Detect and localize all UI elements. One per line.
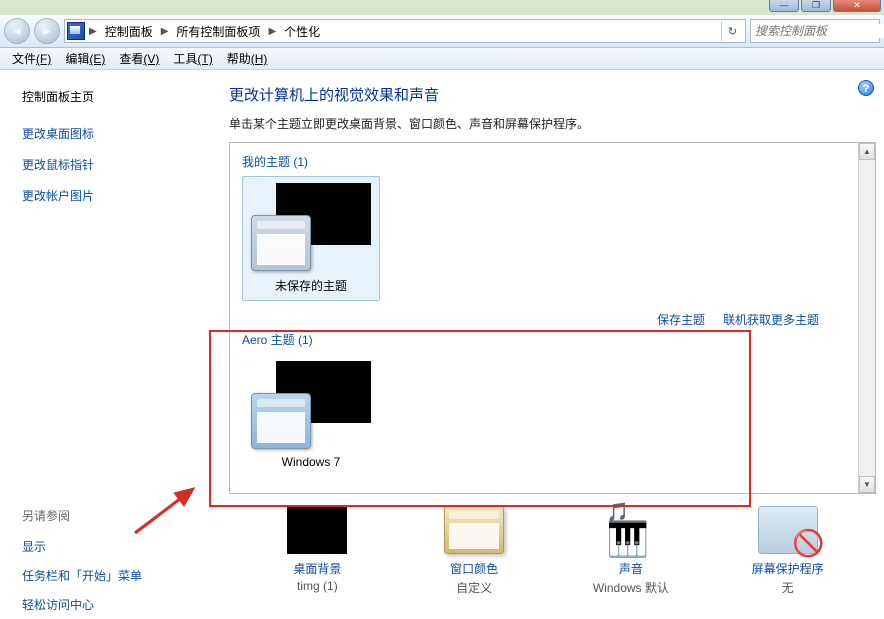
settings-row: 桌面背景 timg (1) 窗口颜色 自定义 声音 Windows 默认 屏幕保…	[229, 506, 876, 596]
theme-preview	[251, 183, 371, 271]
nav-forward-button[interactable]: ►	[34, 18, 60, 44]
see-also-label: 另请参阅	[22, 507, 205, 524]
see-also-display[interactable]: 显示	[22, 538, 205, 555]
navigation-bar: ◄ ► ▶ 控制面板 ▶ 所有控制面板项 ▶ 个性化 ↻ 🔍	[0, 15, 884, 48]
setting-sounds[interactable]: 声音 Windows 默认	[556, 506, 706, 596]
get-more-themes-link[interactable]: 联机获取更多主题	[723, 311, 819, 328]
theme-actions: 保存主题 联机获取更多主题	[657, 311, 819, 328]
sidebar-link-mouse-pointers[interactable]: 更改鼠标指针	[22, 156, 205, 173]
see-also-ease-of-access[interactable]: 轻松访问中心	[22, 596, 205, 613]
chevron-right-icon: ▶	[268, 26, 276, 37]
sound-icon	[601, 506, 661, 554]
help-icon[interactable]: ?	[858, 80, 874, 96]
breadcrumb-item[interactable]: 个性化	[280, 21, 324, 42]
sidebar-home-link[interactable]: 控制面板主页	[22, 88, 205, 105]
section-aero-themes: Aero 主题 (1)	[242, 331, 850, 348]
menu-edit[interactable]: 编辑(E)	[59, 48, 111, 69]
scroll-up-button[interactable]: ▲	[859, 143, 875, 160]
address-bar[interactable]: ▶ 控制面板 ▶ 所有控制面板项 ▶ 个性化 ↻	[64, 19, 746, 43]
window-controls: — ❐ ✕	[767, 0, 881, 12]
desktop-background-icon	[287, 506, 347, 554]
setting-title: 屏幕保护程序	[713, 560, 863, 577]
theme-card-windows7[interactable]: Windows 7	[242, 354, 380, 476]
theme-label: 未保存的主题	[249, 277, 373, 294]
search-input[interactable]	[755, 24, 884, 38]
client-area: 控制面板主页 更改桌面图标 更改鼠标指针 更改帐户图片 另请参阅 显示 任务栏和…	[0, 70, 884, 619]
setting-desktop-background[interactable]: 桌面背景 timg (1)	[242, 506, 392, 596]
see-also-taskbar[interactable]: 任务栏和「开始」菜单	[22, 567, 205, 584]
window-close-button[interactable]: ✕	[833, 0, 881, 12]
setting-screensaver[interactable]: 屏幕保护程序 无	[713, 506, 863, 596]
control-panel-icon	[67, 22, 85, 40]
menu-help[interactable]: 帮助(H)	[221, 48, 274, 69]
setting-title: 窗口颜色	[399, 560, 549, 577]
theme-label: Windows 7	[249, 455, 373, 469]
setting-value: Windows 默认	[556, 579, 706, 596]
theme-window-preview	[251, 215, 311, 271]
search-box[interactable]: 🔍	[750, 19, 880, 43]
theme-card-unsaved[interactable]: 未保存的主题	[242, 176, 380, 301]
setting-value: 无	[713, 579, 863, 596]
section-my-themes: 我的主题 (1)	[242, 153, 850, 170]
themes-panel: 我的主题 (1) 未保存的主题 保存主题 联机获取更多主题 Aero 主题 (1…	[229, 142, 876, 494]
sidebar: 控制面板主页 更改桌面图标 更改鼠标指针 更改帐户图片 另请参阅 显示 任务栏和…	[0, 70, 211, 619]
setting-value: 自定义	[399, 579, 549, 596]
setting-window-color[interactable]: 窗口颜色 自定义	[399, 506, 549, 596]
nav-back-button[interactable]: ◄	[4, 18, 30, 44]
menu-view[interactable]: 查看(V)	[113, 48, 165, 69]
setting-value: timg (1)	[242, 579, 392, 593]
scroll-down-button[interactable]: ▼	[859, 476, 875, 493]
chevron-right-icon: ▶	[89, 26, 97, 37]
sidebar-link-desktop-icons[interactable]: 更改桌面图标	[22, 125, 205, 142]
setting-title: 桌面背景	[242, 560, 392, 577]
window-maximize-button[interactable]: ❐	[801, 0, 831, 12]
refresh-button[interactable]: ↻	[721, 21, 743, 41]
scrollbar[interactable]: ▲ ▼	[858, 143, 875, 493]
window-color-icon	[444, 506, 504, 554]
breadcrumb-item[interactable]: 控制面板	[101, 21, 157, 42]
page-description: 单击某个主题立即更改桌面背景、窗口颜色、声音和屏幕保护程序。	[229, 115, 876, 132]
sidebar-link-account-picture[interactable]: 更改帐户图片	[22, 187, 205, 204]
menu-bar: 文件(F) 编辑(E) 查看(V) 工具(T) 帮助(H)	[0, 48, 884, 70]
theme-preview	[251, 361, 371, 449]
sidebar-see-also: 另请参阅 显示 任务栏和「开始」菜单 轻松访问中心	[22, 507, 205, 613]
screensaver-icon	[758, 506, 818, 554]
main-content: ? 更改计算机上的视觉效果和声音 单击某个主题立即更改桌面背景、窗口颜色、声音和…	[211, 70, 884, 619]
save-theme-link[interactable]: 保存主题	[657, 311, 705, 328]
page-heading: 更改计算机上的视觉效果和声音	[229, 84, 876, 105]
window-minimize-button[interactable]: —	[769, 0, 799, 12]
chevron-right-icon: ▶	[161, 26, 169, 37]
theme-window-preview	[251, 393, 311, 449]
menu-tools[interactable]: 工具(T)	[167, 48, 218, 69]
menu-file[interactable]: 文件(F)	[6, 48, 57, 69]
setting-title: 声音	[556, 560, 706, 577]
breadcrumb-item[interactable]: 所有控制面板项	[172, 21, 264, 42]
